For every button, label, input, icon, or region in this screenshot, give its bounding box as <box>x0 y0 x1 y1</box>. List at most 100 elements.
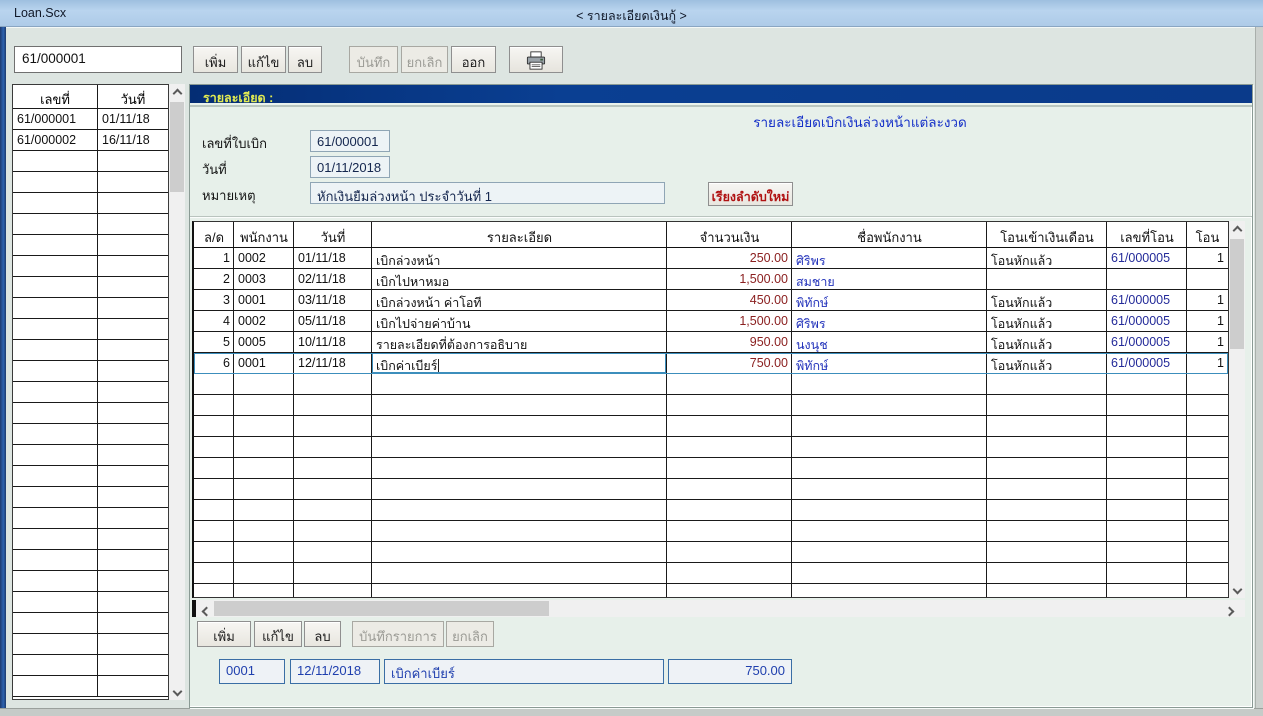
exit-button[interactable]: ออก <box>451 46 496 73</box>
record-list-cell[interactable] <box>98 445 168 465</box>
grid-cell-emp[interactable] <box>234 374 294 394</box>
grid-row[interactable] <box>194 395 1228 416</box>
record-list-cell[interactable] <box>98 613 168 633</box>
record-list-cell[interactable] <box>98 634 168 654</box>
record-list-cell[interactable] <box>98 340 168 360</box>
record-list-row[interactable] <box>13 508 168 529</box>
grid-cell-date[interactable]: 01/11/18 <box>294 248 372 268</box>
record-list-cell[interactable] <box>13 466 98 486</box>
record-list-row[interactable]: 61/00000216/11/18 <box>13 130 168 151</box>
grid-cell-date[interactable] <box>294 584 372 598</box>
grid-row[interactable] <box>194 458 1228 479</box>
grid-cell-transfer[interactable] <box>987 584 1107 598</box>
grid-cell-name[interactable]: ศิริพร <box>792 248 987 268</box>
grid-row[interactable] <box>194 437 1228 458</box>
grid-cell-date[interactable]: 10/11/18 <box>294 332 372 352</box>
record-list-cell[interactable] <box>13 571 98 591</box>
grid-cell-no[interactable] <box>194 500 234 520</box>
record-list-cell[interactable] <box>13 508 98 528</box>
record-list-cell[interactable] <box>98 361 168 381</box>
grid-cell-emp[interactable] <box>234 437 294 457</box>
grid-cell-amount[interactable]: 750.00 <box>667 353 792 373</box>
record-list-cell[interactable] <box>98 487 168 507</box>
record-list-row[interactable] <box>13 382 168 403</box>
grid-cell-flag[interactable]: 1 <box>1187 248 1227 268</box>
grid-cell-flag[interactable] <box>1187 563 1227 583</box>
record-list-row[interactable] <box>13 340 168 361</box>
grid-cell-transfer_no[interactable] <box>1107 563 1187 583</box>
grid-cell-amount[interactable]: 950.00 <box>667 332 792 352</box>
record-list-cell[interactable] <box>13 214 98 234</box>
record-list-row[interactable] <box>13 655 168 676</box>
grid-cell-flag[interactable] <box>1187 542 1227 562</box>
reorder-button[interactable]: เรียงลำดับใหม่ <box>708 182 793 206</box>
record-list-cell[interactable] <box>98 172 168 192</box>
record-list-row[interactable] <box>13 214 168 235</box>
record-list-col-number[interactable]: เลขที่ <box>13 85 98 108</box>
grid-cell-date[interactable] <box>294 563 372 583</box>
grid-cell-date[interactable] <box>294 479 372 499</box>
grid-cell-desc[interactable] <box>372 521 667 541</box>
grid-cell-date[interactable] <box>294 374 372 394</box>
scroll-right-icon[interactable] <box>1222 600 1238 617</box>
grid-cell-emp[interactable]: 0002 <box>234 248 294 268</box>
grid-cell-transfer[interactable] <box>987 416 1107 436</box>
grid-column-header[interactable]: ล/ด <box>194 222 234 247</box>
record-list-cell[interactable] <box>98 550 168 570</box>
grid-cell-date[interactable] <box>294 395 372 415</box>
grid-cell-transfer_no[interactable] <box>1107 374 1187 394</box>
edit-button[interactable]: แก้ไข <box>241 46 286 73</box>
grid-cell-transfer[interactable]: โอนหักแล้ว <box>987 332 1107 352</box>
grid-cell-emp[interactable]: 0005 <box>234 332 294 352</box>
grid-cell-transfer[interactable]: โอนหักแล้ว <box>987 248 1107 268</box>
grid-cell-emp[interactable] <box>234 584 294 598</box>
record-list-cell[interactable] <box>98 235 168 255</box>
record-list-row[interactable] <box>13 172 168 193</box>
scroll-left-icon[interactable] <box>197 600 213 617</box>
grid-cell-date[interactable]: 02/11/18 <box>294 269 372 289</box>
grid-cell-transfer[interactable]: โอนหักแล้ว <box>987 353 1107 373</box>
record-list-cell[interactable] <box>98 592 168 612</box>
doc-number-input[interactable]: 61/000001 <box>14 46 182 73</box>
record-list-row[interactable] <box>13 193 168 214</box>
record-list-cell[interactable] <box>13 193 98 213</box>
grid-cell-desc[interactable] <box>372 374 667 394</box>
grid-row[interactable]: 3000103/11/18เบิกล่วงหน้า ค่าโอที450.00พ… <box>194 290 1228 311</box>
grid-cell-date[interactable] <box>294 437 372 457</box>
record-list-cell[interactable] <box>13 382 98 402</box>
grid-cell-amount[interactable] <box>667 374 792 394</box>
record-list-cell[interactable] <box>13 403 98 423</box>
record-list-cell[interactable] <box>98 571 168 591</box>
grid-column-header[interactable]: โอนเข้าเงินเดือน <box>987 222 1107 247</box>
record-list-row[interactable] <box>13 277 168 298</box>
grid-row[interactable]: 5000510/11/18รายละเอียดที่ต้องการอธิบาย9… <box>194 332 1228 353</box>
grid-cell-desc[interactable] <box>372 479 667 499</box>
record-list-cell[interactable]: 61/000002 <box>13 130 98 150</box>
grid-cell-transfer_no[interactable]: 61/000005 <box>1107 290 1187 310</box>
grid-cell-transfer[interactable] <box>987 500 1107 520</box>
record-list-cell[interactable] <box>98 151 168 171</box>
record-list-row[interactable] <box>13 529 168 550</box>
grid-cell-transfer[interactable] <box>987 479 1107 499</box>
grid-cell-name[interactable]: พิทักษ์ <box>792 290 987 310</box>
record-list-cell[interactable] <box>98 424 168 444</box>
grid-row[interactable] <box>194 542 1228 563</box>
grid-cell-no[interactable] <box>194 521 234 541</box>
record-list-cell[interactable] <box>98 214 168 234</box>
grid-cell-emp[interactable]: 0001 <box>234 290 294 310</box>
grid-cell-flag[interactable] <box>1187 584 1227 598</box>
grid-cell-name[interactable] <box>792 437 987 457</box>
record-list-cell[interactable] <box>13 340 98 360</box>
record-list-row[interactable] <box>13 634 168 655</box>
record-list-cell[interactable] <box>98 256 168 276</box>
remark-field[interactable]: หักเงินยืมล่วงหน้า ประจำวันที่ 1 <box>310 182 665 204</box>
grid-cell-flag[interactable] <box>1187 416 1227 436</box>
grid-cell-no[interactable]: 5 <box>194 332 234 352</box>
grid-cell-transfer_no[interactable] <box>1107 584 1187 598</box>
scrollbar-thumb[interactable] <box>214 601 549 616</box>
add-button[interactable]: เพิ่ม <box>193 46 238 73</box>
grid-cell-transfer[interactable] <box>987 521 1107 541</box>
grid-cell-flag[interactable] <box>1187 500 1227 520</box>
grid-cell-date[interactable]: 03/11/18 <box>294 290 372 310</box>
record-list-row[interactable] <box>13 235 168 256</box>
